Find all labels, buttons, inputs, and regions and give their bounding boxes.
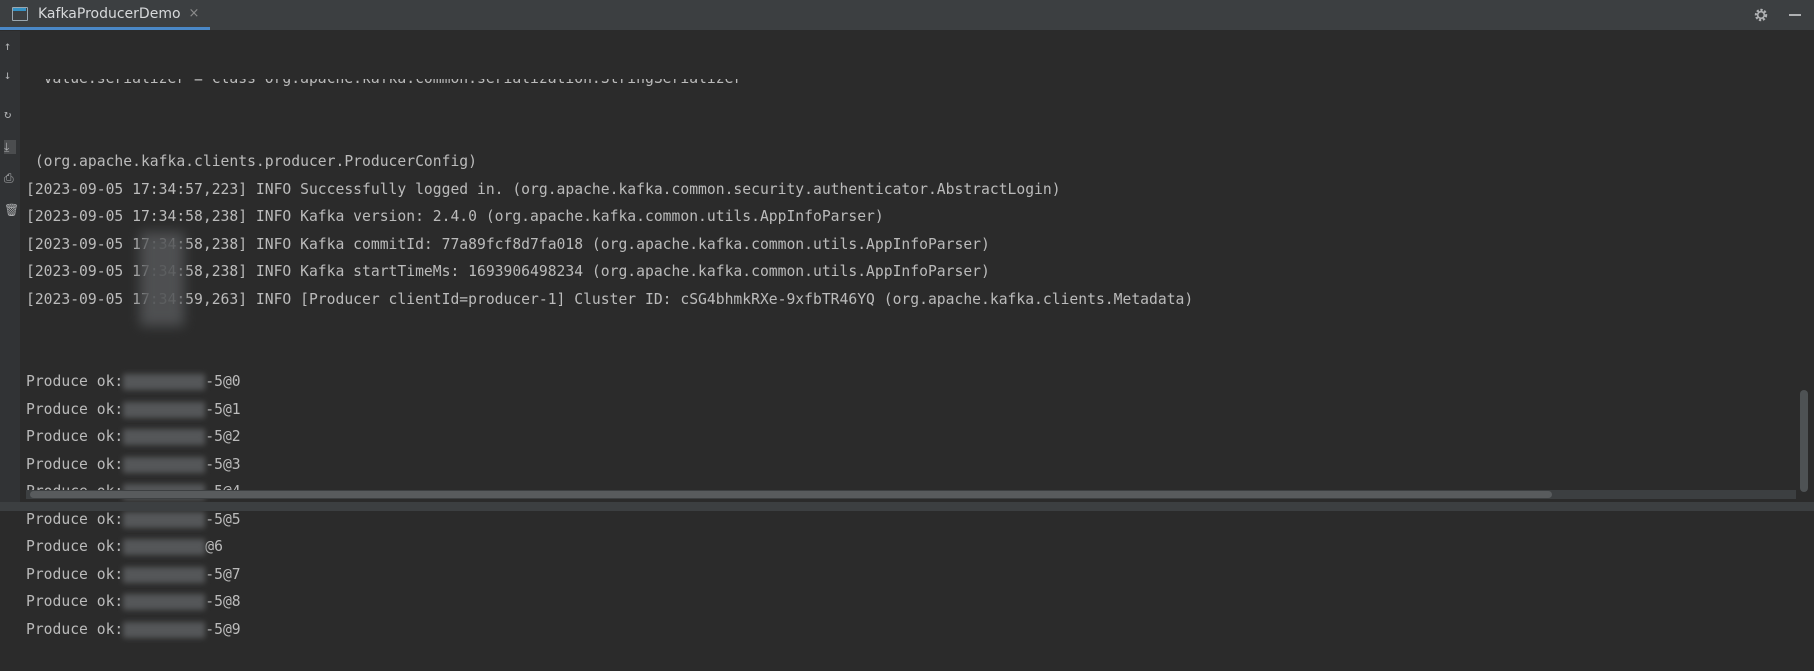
run-console-icon <box>12 6 28 21</box>
redacted-value <box>123 566 206 583</box>
redacted-value <box>123 401 206 418</box>
produce-suffix: -5@8 <box>205 593 241 610</box>
produce-prefix: Produce ok: <box>26 565 124 583</box>
produce-line: Produce ok: -5@3 <box>26 451 1786 479</box>
redacted-value <box>123 511 206 528</box>
produce-suffix: -5@0 <box>205 373 241 390</box>
gear-icon[interactable] <box>1750 4 1772 26</box>
produce-prefix: Produce ok: <box>26 593 124 610</box>
console-line: (org.apache.kafka.clients.producer.Produ… <box>26 153 477 170</box>
delete-icon[interactable]: 🗑 <box>4 203 19 217</box>
rerun-icon[interactable]: ↻ <box>4 107 16 121</box>
print-icon[interactable]: ⎙ <box>4 171 16 185</box>
redacted-value <box>123 374 206 390</box>
redacted-value <box>123 594 206 610</box>
produce-line: Produce ok: -5@1 <box>26 396 1786 424</box>
console-line: [2023-09-05 17:34:58,238] INFO Kafka sta… <box>26 263 990 280</box>
up-arrow-icon[interactable]: ↑ <box>4 39 16 53</box>
produce-suffix: -5@7 <box>205 565 241 583</box>
scroll-to-end-icon[interactable]: ⤓ <box>4 140 16 154</box>
produce-suffix: -5@2 <box>205 428 241 445</box>
redaction-overlay <box>140 232 184 326</box>
redacted-value <box>123 621 206 638</box>
produce-line: Produce ok: -5@7 <box>26 561 1786 589</box>
minimize-icon[interactable] <box>1784 4 1806 26</box>
console-toolbar: ↑ ↓ ↻ ⤓ ⎙ 🗑 <box>0 31 20 511</box>
redacted-value <box>123 429 206 445</box>
produce-suffix: -5@1 <box>205 400 241 418</box>
produce-suffix: -5@3 <box>205 455 241 473</box>
console-line: [2023-09-05 17:34:59,263] INFO [Producer… <box>26 290 1194 308</box>
produce-prefix: Produce ok: <box>26 428 124 445</box>
produce-suffix: -5@9 <box>205 620 241 638</box>
produce-prefix: Produce ok: <box>26 510 124 528</box>
close-icon[interactable]: × <box>189 6 200 21</box>
produce-prefix: Produce ok: <box>26 538 124 555</box>
console-output[interactable]: value.serializer = class org.apache.kafk… <box>26 24 1786 671</box>
produce-prefix: Produce ok: <box>26 400 124 418</box>
redacted-value <box>123 456 206 473</box>
horizontal-scrollbar[interactable] <box>30 491 1552 498</box>
produce-line: Produce ok: -5@8 <box>26 588 1786 616</box>
console-line: [2023-09-05 17:34:58,238] INFO Kafka ver… <box>26 208 884 225</box>
produce-prefix: Produce ok: <box>26 620 124 638</box>
produce-prefix: Produce ok: <box>26 373 124 390</box>
produce-line: Produce ok: -5@2 <box>26 423 1786 451</box>
produce-suffix: @6 <box>205 538 223 555</box>
vertical-scrollbar[interactable] <box>1800 390 1808 492</box>
produce-line: Produce ok: -5@9 <box>26 616 1786 644</box>
produce-suffix: -5@5 <box>205 510 241 528</box>
console-line: [2023-09-05 17:34:58,238] INFO Kafka com… <box>26 235 990 253</box>
produce-prefix: Produce ok: <box>26 455 124 473</box>
console-line: [2023-09-05 17:34:57,223] INFO Successfu… <box>26 180 1061 198</box>
produce-line: Produce ok: @6 <box>26 533 1786 561</box>
produce-line: Produce ok: -5@0 <box>26 368 1786 396</box>
down-arrow-icon[interactable]: ↓ <box>4 68 16 82</box>
tab-label: KafkaProducerDemo <box>38 5 181 22</box>
console-line-partial: value.serializer = class org.apache.kafk… <box>26 79 1786 93</box>
bottom-bar <box>0 502 1814 511</box>
redacted-value <box>123 539 206 555</box>
